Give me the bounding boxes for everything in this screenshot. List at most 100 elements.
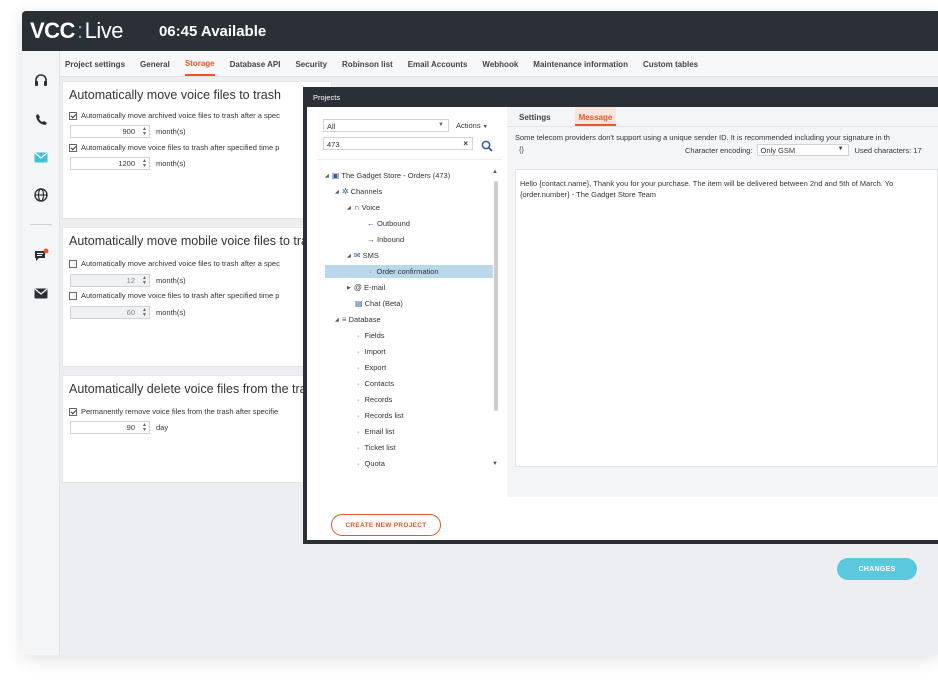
clear-icon[interactable]: × [463,139,468,148]
agent-status[interactable]: 06:45 Available [159,23,266,40]
tree-inbound[interactable]: → Inbound [367,233,404,246]
tree-label: Inbound [377,235,405,244]
tree-records-list[interactable]: · Records list [357,409,404,422]
time-trash-option[interactable]: Automatically move voice files to trash … [69,143,279,152]
tree-fields[interactable]: · Fields [357,329,385,342]
tab-security[interactable]: Security [295,52,327,75]
search-icon[interactable] [481,139,493,152]
tree-import[interactable]: · Import [357,345,386,358]
stepper-icon[interactable]: ▲ ▼ [142,423,147,433]
tab-custom-tables[interactable]: Custom tables [643,52,698,75]
tree-label: Channels [350,187,383,196]
app-window: VCC : Live 06:45 Available Project setti… [22,11,938,655]
tree-email[interactable]: ▶ @ E-mail [347,281,385,294]
modal-title: Projects [307,87,938,107]
expand-arrow-icon[interactable]: ▶ [347,285,351,291]
bullet-icon: · [357,443,360,452]
archived-trash-months: 900 ▲ ▼ month(s) [70,125,186,138]
bullet-icon: · [357,411,360,420]
projects-tree-pane: All ▼ Actions ▼ 473 × ◢ ▣ The Gadget Sto… [317,115,502,485]
archived-months-input[interactable]: 900 ▲ ▼ [70,125,150,138]
chevron-down-icon[interactable]: ▼ [492,461,498,467]
insert-variable-button[interactable]: {} [519,145,524,154]
tab-email-accounts[interactable]: Email Accounts [408,52,468,75]
tab-maintenance-information[interactable]: Maintenance information [533,52,628,75]
chat-notification-icon[interactable] [33,247,49,263]
sender-id-notice: Some telecom providers don't support usi… [515,133,890,142]
tab-database-api[interactable]: Database API [230,52,281,75]
mobile-archived-input[interactable]: 12 ▲ ▼ [70,274,150,287]
permanent-remove-option[interactable]: Permanently remove voice files from the … [69,407,278,416]
chevron-down-icon: ▼ [482,124,488,130]
tree-order-confirmation[interactable]: · Order confirmation [325,265,493,278]
mobile-archived-option[interactable]: Automatically move archived voice files … [69,259,280,268]
remove-days-input[interactable]: 90 ▲ ▼ [70,421,150,434]
project-detail-pane: Settings Message Some telecom providers … [507,107,938,497]
tab-general[interactable]: General [140,52,170,75]
tab-storage[interactable]: Storage [184,51,215,76]
collapse-arrow-icon[interactable]: ◢ [347,253,351,259]
tree-voice[interactable]: ◢ ∩ Voice [347,201,380,214]
collapse-arrow-icon[interactable]: ◢ [347,205,351,211]
nav-divider [30,224,52,225]
tree-records[interactable]: · Records [357,393,392,406]
collapse-arrow-icon[interactable]: ◢ [335,317,339,323]
collapse-arrow-icon[interactable]: ◢ [335,189,339,195]
globe-icon[interactable] [33,187,49,203]
tree-export[interactable]: · Export [357,361,386,374]
permanent-remove-label: Permanently remove voice files from the … [81,407,279,416]
tree-chat[interactable]: ▤ Chat (Beta) [355,297,403,310]
archived-trash-option[interactable]: Automatically move archived voice files … [69,111,280,120]
bullet-icon: · [357,427,360,436]
tab-robinson-list[interactable]: Robinson list [342,52,393,75]
chevron-up-icon[interactable]: ▲ [492,169,498,175]
arrow-right-icon: → [367,235,375,244]
tree-channels[interactable]: ◢ ✲ Channels [335,185,382,198]
mobile-time-input[interactable]: 60 ▲ ▼ [70,306,150,319]
tree-ticket-list[interactable]: · Ticket list [357,441,395,454]
mail-icon-active[interactable] [33,149,49,165]
permanent-remove-checkbox[interactable] [69,407,77,416]
tab-webhook[interactable]: Webhook [482,52,518,75]
create-new-project-button[interactable]: CREATE NEW PROJECT [331,514,441,536]
stepper-icon[interactable]: ▲ ▼ [142,159,147,169]
tab-settings[interactable]: Settings [515,107,555,126]
time-trash-checkbox[interactable] [69,143,77,152]
tree-quota[interactable]: · Quota [357,457,385,470]
vcc-live-logo[interactable]: VCC : Live [30,18,123,44]
stepper-icon[interactable]: ▲ ▼ [142,127,147,137]
project-search-input[interactable]: 473 × [323,137,473,150]
tree-label: E-mail [363,283,386,292]
tree-database[interactable]: ◢ ≡ Database [335,313,381,326]
stepper-icon[interactable]: ▲ ▼ [142,308,147,318]
tree-label: Import [364,347,386,356]
tree-root-project[interactable]: ◢ ▣ The Gadget Store - Orders (473) [325,169,450,182]
tree-label: Fields [364,331,385,340]
tree-outbound[interactable]: ← Outbound [367,217,410,230]
tree-label: Quota [364,459,385,468]
tab-message[interactable]: Message [574,107,617,126]
archived-trash-checkbox[interactable] [69,111,77,120]
tree-label: Outbound [377,219,410,228]
mobile-time-option[interactable]: Automatically move voice files to trash … [69,291,279,300]
envelope-icon[interactable] [33,285,49,301]
actions-dropdown[interactable]: Actions ▼ [456,121,488,130]
headset-icon[interactable] [33,73,49,89]
phone-icon[interactable] [33,111,49,127]
mobile-archived-checkbox[interactable] [69,259,77,268]
tab-project-settings[interactable]: Project settings [65,52,125,75]
tree-scrollbar[interactable]: ▲ ▼ [492,169,500,469]
scrollbar-thumb[interactable] [494,181,498,411]
encoding-select[interactable]: Only GSM ▼ [756,144,849,156]
side-nav [22,51,60,655]
message-textarea[interactable]: Hello {contact.name}, Thank you for your… [515,169,938,467]
collapse-arrow-icon[interactable]: ◢ [325,173,329,179]
tree-sms[interactable]: ◢ ✉ SMS [347,249,379,262]
tree-contacts[interactable]: · Contacts [357,377,394,390]
project-filter-select[interactable]: All ▼ [323,119,449,132]
save-changes-button[interactable]: CHANGES [837,558,917,580]
mobile-time-checkbox[interactable] [69,291,77,300]
stepper-icon[interactable]: ▲ ▼ [142,276,147,286]
tree-email-list[interactable]: · Email list [357,425,395,438]
time-months-input[interactable]: 1200 ▲ ▼ [70,157,150,170]
